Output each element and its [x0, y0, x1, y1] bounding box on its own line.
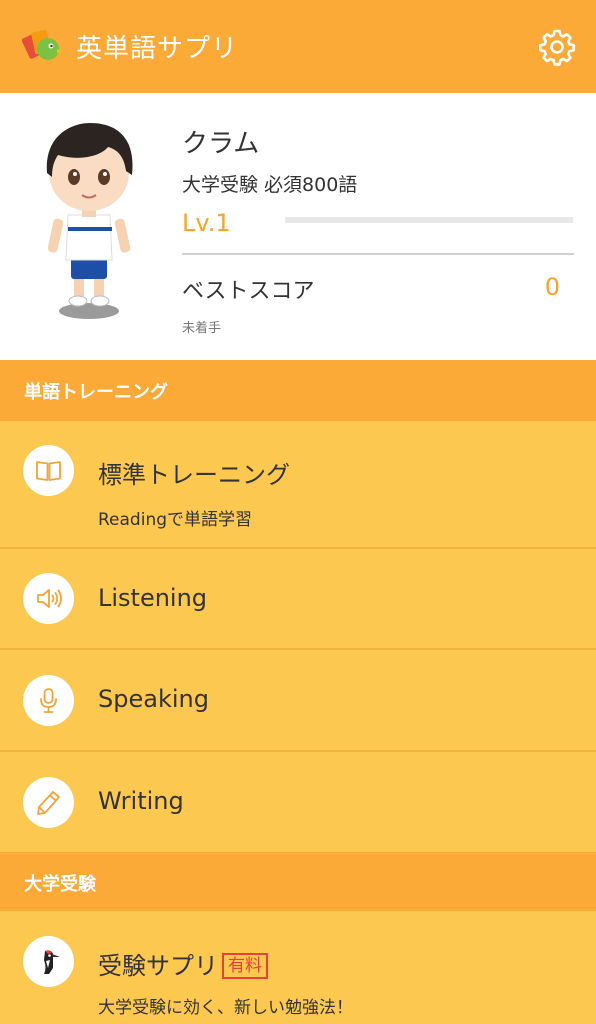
icon-circle	[23, 936, 74, 987]
menu-item-label: Listening	[98, 584, 208, 612]
icon-circle	[23, 445, 74, 496]
level-progress-bar	[285, 217, 573, 223]
menu-item-label: 標準トレーニング	[98, 461, 290, 489]
menu-item-label: 受験サプリ 有料	[98, 946, 268, 981]
pencil-icon	[37, 791, 60, 815]
icon-circle	[23, 777, 74, 828]
menu-item-subtitle: 大学受験に効く、新しい勉強法！	[98, 998, 353, 1018]
section-header-training: 単語トレーニング	[0, 360, 596, 421]
menu-item-label: Speaking	[98, 685, 209, 713]
menu-item-listening[interactable]: Listening	[0, 549, 596, 650]
divider	[182, 253, 574, 255]
section-title: 単語トレーニング	[24, 382, 168, 403]
best-score-label: ベストスコア	[182, 279, 315, 304]
menu-item-standard-training[interactable]: 標準トレーニング Readingで単語学習	[0, 421, 596, 549]
menu-item-writing[interactable]: Writing	[0, 752, 596, 852]
app-logo-icon	[22, 29, 62, 60]
gear-icon[interactable]	[538, 28, 576, 66]
paid-badge: 有料	[222, 953, 268, 979]
app-title: 英単語サプリ	[76, 34, 239, 64]
best-score-value: 0	[544, 273, 560, 301]
microphone-icon	[40, 688, 57, 713]
level-label: Lv.1	[182, 209, 231, 237]
profile-card: クラム 大学受験 必須800語 Lv.1 ベストスコア 0 未着手	[0, 93, 596, 360]
app-bar: 英単語サプリ	[0, 0, 596, 93]
woodpecker-icon	[44, 950, 60, 974]
menu-item-title: 受験サプリ	[98, 952, 218, 980]
book-icon	[36, 461, 61, 481]
icon-circle	[23, 675, 74, 726]
section-header-exam: 大学受験	[0, 852, 596, 911]
section-title: 大学受験	[24, 874, 96, 895]
menu-item-subtitle: Readingで単語学習	[98, 510, 253, 530]
icon-circle	[23, 573, 74, 624]
profile-name: クラム	[182, 129, 260, 159]
menu-item-juken-sapuri[interactable]: 受験サプリ 有料 大学受験に効く、新しい勉強法！	[0, 911, 596, 1024]
menu-item-speaking[interactable]: Speaking	[0, 650, 596, 752]
avatar	[46, 123, 133, 319]
status-text: 未着手	[182, 321, 222, 336]
speaker-icon	[37, 589, 62, 608]
course-name: 大学受験 必須800語	[182, 174, 358, 196]
menu-item-label: Writing	[98, 787, 184, 815]
